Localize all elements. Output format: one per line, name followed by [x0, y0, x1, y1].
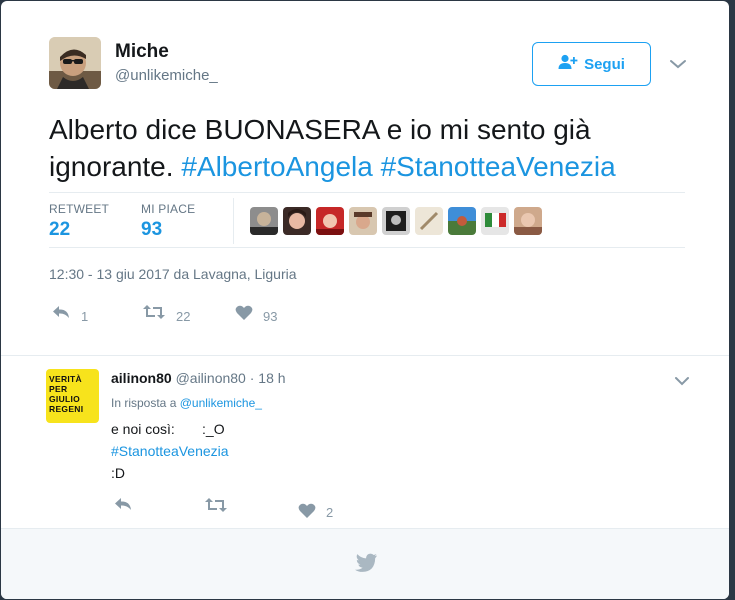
hashtag-link[interactable]: #StanotteaVenezia — [381, 151, 616, 182]
liker-avatar[interactable] — [349, 207, 377, 235]
retweet-stat-label: RETWEET — [49, 202, 110, 216]
retweet-icon — [204, 497, 228, 513]
reply-like-count: 2 — [326, 505, 334, 520]
in-reply-to-label: In risposta a — [111, 396, 177, 410]
modal-footer — [1, 528, 729, 599]
hashtag-link[interactable]: #AlbertoAngela — [181, 151, 372, 182]
like-button[interactable]: 2 — [298, 501, 333, 520]
in-reply-to: In risposta a @unlikemiche_ — [111, 396, 262, 410]
divider — [49, 247, 685, 248]
liker-avatar[interactable] — [382, 207, 410, 235]
likes-stat-count[interactable]: 93 — [141, 219, 162, 241]
author-handle[interactable]: @unlikemiche_ — [115, 67, 218, 84]
twitter-bird-icon — [354, 553, 378, 578]
in-reply-to-link[interactable]: @unlikemiche_ — [180, 396, 262, 410]
liker-avatar[interactable] — [415, 207, 443, 235]
follow-button-label: Segui — [584, 55, 625, 73]
tweet-modal: Miche @unlikemiche_ Segui Alberto dice B… — [1, 1, 729, 599]
retweet-button[interactable]: 22 — [142, 299, 190, 324]
tweet-text: Alberto dice BUONASERA e io mi sento già… — [49, 111, 689, 185]
reply-icon — [113, 496, 133, 512]
likers-avatars — [250, 207, 542, 235]
tweet-timestamp[interactable]: 12:30 - 13 giu 2017 da Lavagna, Liguria — [49, 266, 297, 282]
author-avatar[interactable] — [49, 37, 101, 89]
chevron-down-icon[interactable] — [674, 374, 690, 386]
stats-divider — [233, 198, 234, 244]
liker-avatar[interactable] — [250, 207, 278, 235]
reply-author-avatar[interactable]: VERITÀ PER GIULIO REGENI — [46, 369, 99, 423]
reply-avatar-text: VERITÀ PER GIULIO REGENI — [49, 374, 84, 414]
chevron-down-icon[interactable] — [669, 57, 687, 71]
reply-text-line: :D — [111, 465, 125, 481]
retweet-icon — [142, 304, 166, 320]
retweet-button[interactable] — [204, 497, 228, 513]
reply-button[interactable]: 1 — [51, 299, 88, 324]
liker-avatar[interactable] — [316, 207, 344, 235]
reply-author-handle[interactable]: @ailinon80 — [176, 370, 246, 386]
heart-icon — [298, 503, 316, 519]
reply-time[interactable]: · 18 h — [250, 370, 286, 386]
retweet-count: 22 — [176, 309, 191, 324]
retweet-stat-count[interactable]: 22 — [49, 219, 70, 241]
author-name[interactable]: Miche — [115, 41, 169, 63]
reply-author-name[interactable]: ailinon80 — [111, 370, 172, 386]
liker-avatar[interactable] — [481, 207, 509, 235]
divider — [49, 192, 685, 193]
reply-button[interactable] — [113, 496, 133, 512]
hashtag-link[interactable]: #StanotteaVenezia — [111, 443, 229, 459]
reply-icon — [51, 304, 71, 320]
like-button[interactable]: 93 — [235, 302, 277, 324]
divider — [1, 355, 729, 356]
liker-avatar[interactable] — [448, 207, 476, 235]
reply-header: ailinon80 @ailinon80 · 18 h — [111, 370, 286, 386]
reply-text-line: e noi così: :_O — [111, 421, 225, 437]
liker-avatar[interactable] — [283, 207, 311, 235]
reply-count: 1 — [81, 309, 89, 324]
user-plus-icon — [558, 54, 578, 74]
liker-avatar[interactable] — [514, 207, 542, 235]
like-count: 93 — [263, 309, 278, 324]
follow-button[interactable]: Segui — [532, 42, 651, 86]
likes-stat-label: MI PIACE — [141, 202, 196, 216]
heart-icon — [235, 305, 253, 321]
